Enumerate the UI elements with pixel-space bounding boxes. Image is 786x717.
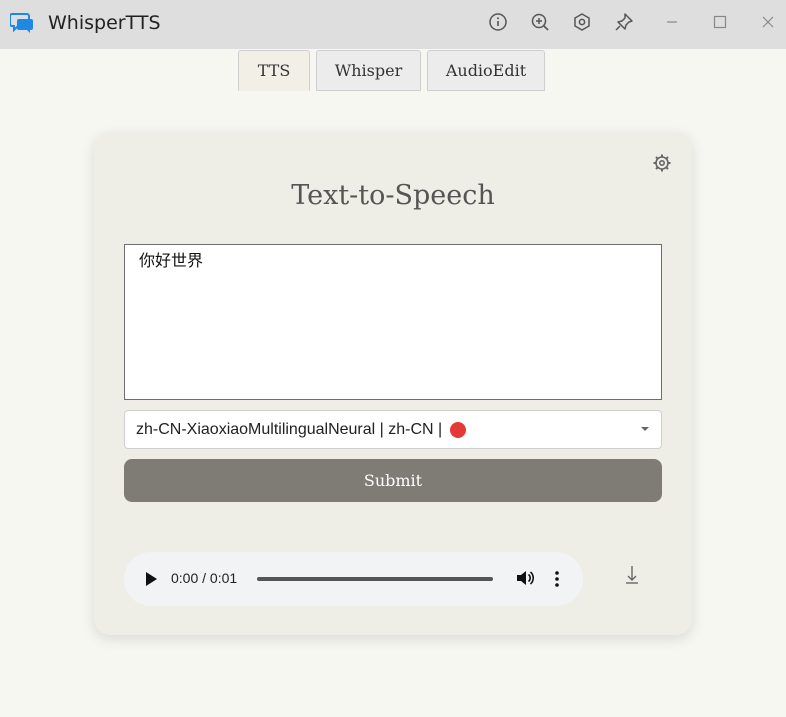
zoom-in-icon[interactable]: [530, 12, 550, 32]
pin-icon[interactable]: [614, 12, 634, 32]
tab-audioedit[interactable]: AudioEdit: [427, 50, 545, 91]
voice-select-value: zh-CN-XiaoxiaoMultilingualNeural | zh-CN…: [136, 420, 443, 438]
more-options-icon[interactable]: [554, 570, 560, 588]
app-title: WhisperTTS: [48, 12, 161, 34]
status-indicator-icon: [450, 421, 467, 438]
minimize-icon[interactable]: [662, 12, 682, 32]
play-icon[interactable]: [146, 572, 157, 586]
voice-select[interactable]: zh-CN-XiaoxiaoMultilingualNeural | zh-CN…: [124, 410, 662, 449]
close-icon[interactable]: [758, 12, 778, 32]
app-logo-icon: [10, 13, 33, 33]
text-input[interactable]: 你好世界: [124, 244, 662, 400]
tts-card: Text-to-Speech 你好世界 zh-CN-XiaoxiaoMultil…: [94, 132, 692, 635]
tab-bar: TTS Whisper AudioEdit: [238, 50, 545, 92]
audio-time: 0:00 / 0:01: [171, 570, 238, 586]
settings-hex-icon[interactable]: [572, 12, 592, 32]
audio-progress-bar[interactable]: [257, 577, 493, 581]
tab-whisper[interactable]: Whisper: [316, 50, 421, 91]
volume-icon[interactable]: [516, 569, 534, 587]
page-title: Text-to-Speech: [291, 180, 495, 211]
title-bar: WhisperTTS: [0, 0, 786, 49]
tab-tts[interactable]: TTS: [238, 50, 310, 91]
audio-player: 0:00 / 0:01: [124, 552, 583, 606]
maximize-icon[interactable]: [710, 12, 730, 32]
download-icon[interactable]: [622, 564, 642, 586]
submit-button[interactable]: Submit: [124, 459, 662, 502]
info-icon[interactable]: [488, 12, 508, 32]
gear-icon[interactable]: [652, 153, 672, 173]
chevron-down-icon: [641, 427, 649, 431]
